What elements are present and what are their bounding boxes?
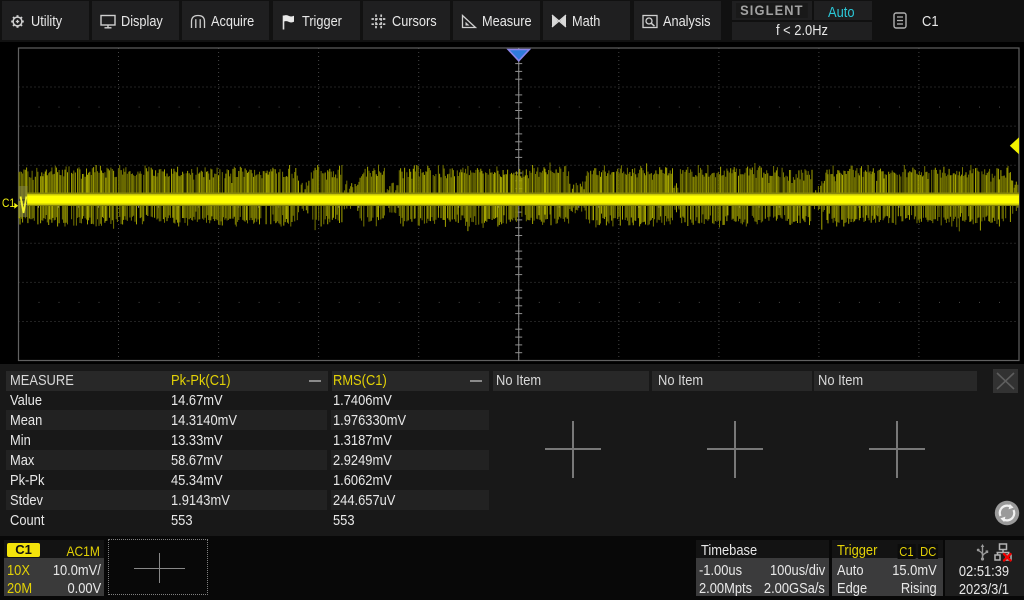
svg-text:C1: C1	[2, 197, 15, 210]
